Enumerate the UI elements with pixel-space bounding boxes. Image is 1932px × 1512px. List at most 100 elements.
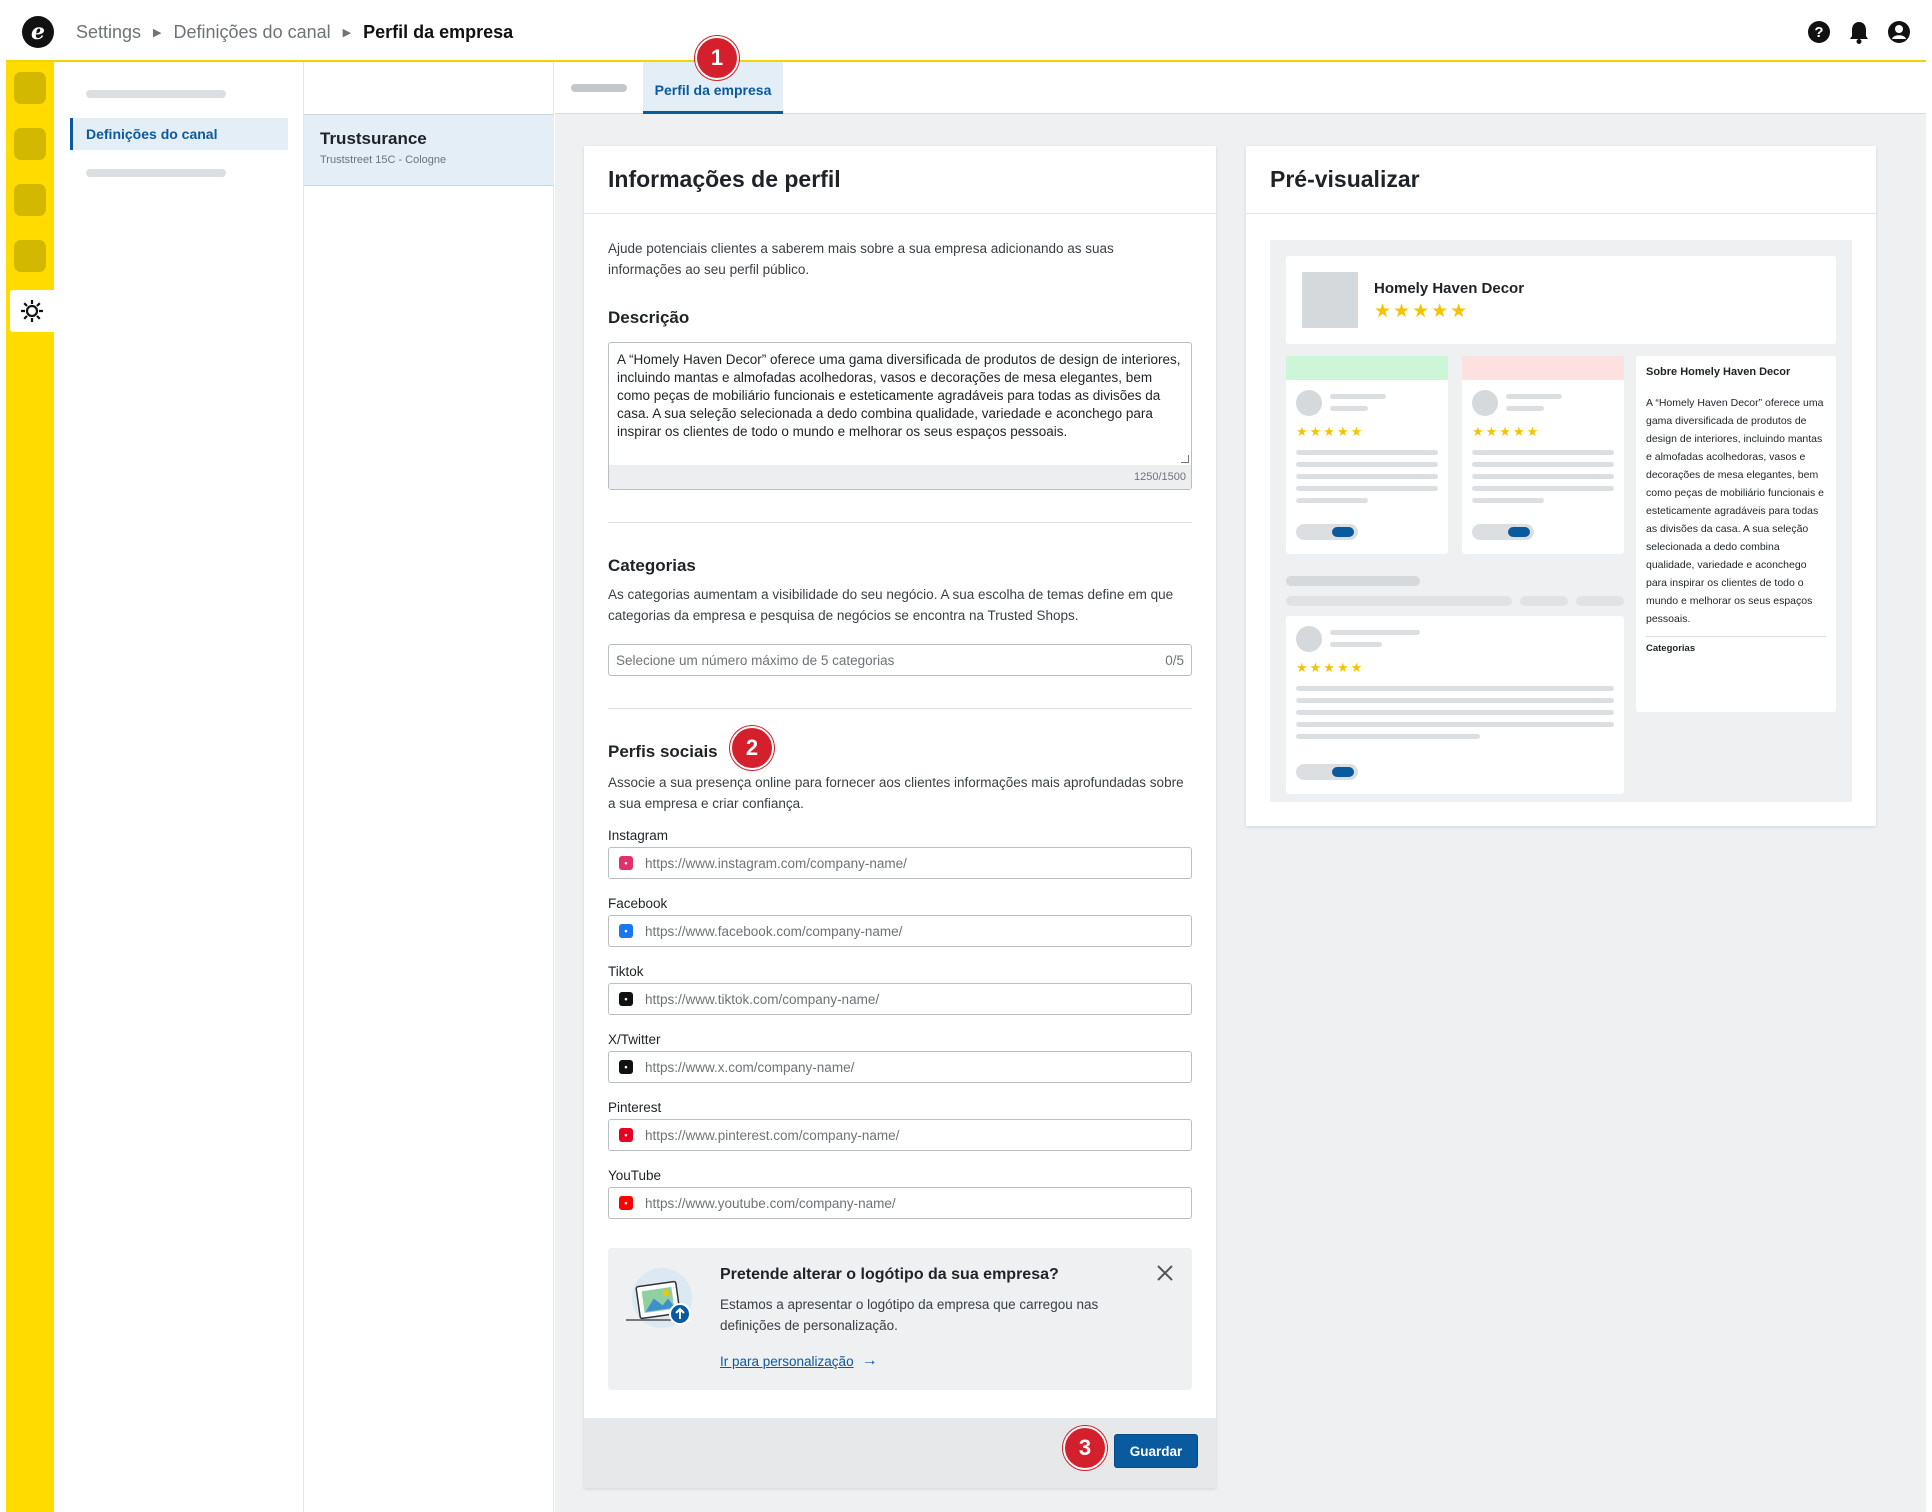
social-field: X/Twitter • https://www.x.com/company-name…: [608, 1032, 1192, 1100]
preview-line: [1472, 486, 1614, 491]
social-url-input[interactable]: • https://www.pinterest.com/company-name/: [608, 1119, 1192, 1151]
social-field-label: Facebook: [608, 896, 668, 911]
social-profiles-label: Perfis sociais: [608, 742, 718, 761]
breadcrumb-separator-icon: ▶: [342, 26, 352, 39]
channel-address: Truststreet 15C - Cologne: [320, 154, 447, 166]
preview-area: Homely Haven Decor ★★★★★ ★★★★★ ★★★★★ ★★★…: [1270, 240, 1852, 802]
description-char-counter: 1250/1500: [609, 465, 1191, 489]
preview-line: [1296, 722, 1614, 727]
preview-line: [1330, 642, 1382, 647]
subnav-item-channel-settings[interactable]: Definições do canal: [70, 118, 288, 150]
social-field-label: Tiktok: [608, 964, 644, 979]
logo-info-banner: Pretende alterar o logótipo da sua empre…: [608, 1248, 1192, 1390]
resize-handle-icon[interactable]: [1181, 455, 1189, 463]
breadcrumb-settings[interactable]: Settings: [76, 22, 141, 43]
social-field-label: X/Twitter: [608, 1032, 661, 1047]
categories-text: As categorias aumentam a visibilidade do…: [608, 587, 1174, 623]
social-field-label: YouTube: [608, 1168, 662, 1183]
breadcrumb-separator-icon: ▶: [153, 26, 162, 39]
preview-line: [1472, 498, 1544, 503]
social-field-label: Instagram: [608, 828, 669, 843]
preview-toggle: [1472, 524, 1534, 540]
arrow-right-icon: →: [861, 1352, 878, 1369]
tiktok-icon: •: [619, 992, 633, 1006]
preview-line: [1296, 486, 1438, 491]
logo-banner-text: Estamos a apresentar o logótipo da empre…: [720, 1297, 1099, 1333]
social-url-placeholder: https://www.x.com/company-name/: [645, 1059, 855, 1075]
breadcrumb: Settings ▶ Definições do canal ▶ Perfil …: [76, 22, 513, 43]
preview-line: [1472, 474, 1614, 479]
categories-count: 0/5: [1165, 652, 1184, 668]
logo-banner-title: Pretende alterar o logótipo da sua empre…: [720, 1266, 1059, 1283]
personalization-link[interactable]: Ir para personalização →: [720, 1352, 878, 1370]
preview-company-name: Homely Haven Decor: [1374, 280, 1525, 297]
preview-review-card: ★★★★★: [1462, 356, 1624, 554]
tab-placeholder[interactable]: [571, 84, 627, 92]
nav-placeholder: [86, 90, 226, 98]
preview-line: [1506, 406, 1544, 411]
preview-line: [1296, 462, 1438, 467]
preview-line: [1506, 394, 1562, 399]
preview-toggle: [1296, 524, 1358, 540]
user-account-icon[interactable]: [1886, 19, 1912, 45]
channel-list: Trustsurance Truststreet 15C - Cologne: [304, 62, 554, 1512]
preview-line: [1296, 734, 1480, 739]
social-field: Instagram • https://www.instagram.com/comp…: [608, 828, 1192, 896]
facebook-icon: •: [619, 924, 633, 938]
preview-toggle: [1296, 764, 1358, 780]
preview-card-title: Pré-visualizar: [1246, 146, 1876, 214]
card-footer: Guardar: [584, 1418, 1216, 1488]
social-url-input[interactable]: • https://www.x.com/company-name/: [608, 1051, 1192, 1083]
preview-line: [1296, 686, 1614, 691]
help-icon[interactable]: ?: [1806, 19, 1832, 45]
social-url-input[interactable]: • https://www.instagram.com/company-name/: [608, 847, 1192, 879]
preview-rating-stars: ★★★★★: [1374, 301, 1470, 322]
channel-name: Trustsurance: [320, 129, 427, 148]
preview-line: [1296, 710, 1614, 715]
divider: [608, 522, 1192, 523]
social-fields: Instagram • https://www.instagram.com/comp…: [608, 828, 1192, 1236]
social-url-placeholder: https://www.pinterest.com/company-name/: [645, 1127, 900, 1143]
social-field: Tiktok • https://www.tiktok.com/company-na…: [608, 964, 1192, 1032]
reviewer-avatar: [1296, 390, 1322, 416]
preview-line: [1520, 596, 1568, 606]
app-logo[interactable]: e: [22, 16, 54, 48]
main-content: Perfil da empresa Informações de perfil …: [555, 62, 1926, 1512]
rail-item[interactable]: [14, 128, 46, 160]
preview-line: [1330, 630, 1420, 635]
instagram-icon: •: [619, 856, 633, 870]
rail-item[interactable]: [14, 240, 46, 272]
categories-label: Categorias: [608, 556, 696, 575]
top-header: e Settings ▶ Definições do canal ▶ Perfi…: [6, 4, 1926, 62]
description-textarea[interactable]: A “Homely Haven Decor” oferece uma gama …: [608, 342, 1192, 490]
close-icon[interactable]: [1156, 1264, 1174, 1282]
review-header-positive: [1286, 356, 1448, 380]
preview-header-card: Homely Haven Decor ★★★★★: [1286, 256, 1836, 344]
notification-bell-icon[interactable]: [1846, 19, 1872, 45]
rail-item[interactable]: [14, 184, 46, 216]
review-stars: ★★★★★: [1472, 424, 1541, 439]
divider: [608, 708, 1192, 709]
preview-line: [1296, 474, 1438, 479]
breadcrumb-channel-settings[interactable]: Definições do canal: [174, 22, 331, 43]
categories-select[interactable]: Selecione um número máximo de 5 categori…: [608, 644, 1192, 676]
preview-line: [1296, 450, 1438, 455]
social-url-input[interactable]: • https://www.youtube.com/company-name/: [608, 1187, 1192, 1219]
divider: [1646, 636, 1826, 637]
preview-card: Pré-visualizar Homely Haven Decor ★★★★★ …: [1246, 146, 1876, 826]
social-url-input[interactable]: • https://www.facebook.com/company-name/: [608, 915, 1192, 947]
rail-item[interactable]: [14, 72, 46, 104]
settings-gear-icon[interactable]: [10, 290, 54, 332]
review-stars: ★★★★★: [1296, 424, 1365, 439]
save-button[interactable]: Guardar: [1114, 1434, 1198, 1468]
breadcrumb-current: Perfil da empresa: [363, 21, 514, 42]
description-label: Descrição: [608, 308, 690, 327]
social-field-label: Pinterest: [608, 1100, 662, 1115]
profile-card-title: Informações de perfil: [584, 146, 1216, 214]
about-text: A “Homely Haven Decor” oferece uma gama …: [1646, 397, 1825, 625]
social-url-input[interactable]: • https://www.tiktok.com/company-name/: [608, 983, 1192, 1015]
social-field: YouTube • https://www.youtube.com/company-…: [608, 1168, 1192, 1236]
channel-item-selected[interactable]: Trustsurance Truststreet 15C - Cologne: [304, 114, 554, 186]
social-url-placeholder: https://www.tiktok.com/company-name/: [645, 991, 880, 1007]
review-header-negative: [1462, 356, 1624, 380]
